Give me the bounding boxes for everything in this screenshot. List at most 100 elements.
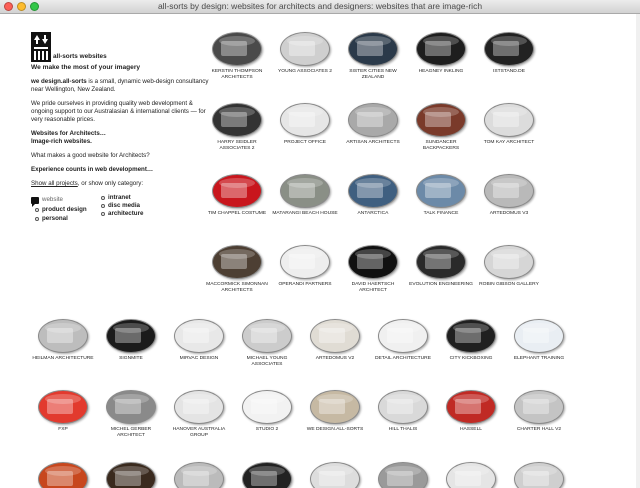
project-thumbnail[interactable] <box>446 390 496 424</box>
project-thumbnail[interactable] <box>514 462 564 488</box>
project-caption[interactable]: MICHEL GERBER ARCHITECT <box>98 427 164 438</box>
project-caption[interactable]: ARTISAN ARCHITECTS <box>340 140 406 146</box>
project-tile[interactable]: STUDIO 2 <box>234 390 300 433</box>
project-tile[interactable]: CITY KICKBOXING <box>438 319 504 362</box>
project-tile[interactable]: MATARANGI BEACH HOUSE <box>272 174 338 217</box>
category-architecture[interactable]: architecture <box>101 210 143 218</box>
project-tile[interactable] <box>370 462 436 488</box>
project-thumbnail[interactable] <box>446 319 496 353</box>
project-tile[interactable]: SISTER CITIES NEW ZEALAND <box>340 32 406 80</box>
project-thumbnail[interactable] <box>446 462 496 488</box>
project-caption[interactable]: FXP <box>30 427 96 433</box>
category-intranet[interactable]: intranet <box>101 194 131 202</box>
project-thumbnail[interactable] <box>416 174 466 208</box>
project-tile[interactable]: FXP <box>30 390 96 433</box>
project-caption[interactable]: TALK FINANCE <box>408 211 474 217</box>
project-caption[interactable]: MICHAEL YOUNG ASSOCIATES <box>234 356 300 367</box>
project-thumbnail[interactable] <box>514 319 564 353</box>
project-caption[interactable]: MATARANGI BEACH HOUSE <box>272 211 338 217</box>
project-caption[interactable]: CHARTER HALL V2 <box>506 427 572 433</box>
project-tile[interactable]: ELEPHANT TRAINING <box>506 319 572 362</box>
project-thumbnail[interactable] <box>212 103 262 137</box>
project-tile[interactable]: HASSELL <box>438 390 504 433</box>
project-caption[interactable]: SIGNMITE <box>98 356 164 362</box>
project-caption[interactable]: TOM KAY ARCHITECT <box>476 140 542 146</box>
project-thumbnail[interactable] <box>212 174 262 208</box>
project-tile[interactable]: HEILMAN ARCHITECTURE <box>30 319 96 362</box>
project-caption[interactable]: ARTEDOMUS V2 <box>302 356 368 362</box>
project-tile[interactable] <box>302 462 368 488</box>
project-thumbnail[interactable] <box>484 103 534 137</box>
project-caption[interactable]: HARRY SEIDLER ASSOCIATES 2 <box>204 140 270 151</box>
project-thumbnail[interactable] <box>378 319 428 353</box>
project-thumbnail[interactable] <box>416 103 466 137</box>
project-thumbnail[interactable] <box>242 390 292 424</box>
project-caption[interactable]: CITY KICKBOXING <box>438 356 504 362</box>
project-caption[interactable]: SISTER CITIES NEW ZEALAND <box>340 69 406 80</box>
project-caption[interactable]: HANOVER AUSTRALIA GROUP <box>166 427 232 438</box>
project-tile[interactable]: EVOLUTION ENGINEERING <box>408 245 474 288</box>
close-window-button[interactable] <box>4 2 13 11</box>
project-caption[interactable]: KERSTIN THOMPSON ARCHITECTS <box>204 69 270 80</box>
project-caption[interactable]: DETAIL ARCHITECTURE <box>370 356 436 362</box>
project-thumbnail[interactable] <box>38 390 88 424</box>
project-thumbnail[interactable] <box>514 390 564 424</box>
project-thumbnail[interactable] <box>348 245 398 279</box>
project-caption[interactable]: WE DESIGN.ALL-SORTS <box>302 427 368 433</box>
project-tile[interactable]: DETAIL ARCHITECTURE <box>370 319 436 362</box>
project-thumbnail[interactable] <box>378 390 428 424</box>
project-thumbnail[interactable] <box>280 103 330 137</box>
project-caption[interactable]: OPERANDI PARTNERS <box>272 282 338 288</box>
project-tile[interactable]: TOM KAY ARCHITECT <box>476 103 542 146</box>
project-tile[interactable] <box>98 462 164 488</box>
project-tile[interactable] <box>234 462 300 488</box>
project-caption[interactable]: PROJECT OFFICE <box>272 140 338 146</box>
project-caption[interactable]: HILL THALIS <box>370 427 436 433</box>
project-thumbnail[interactable] <box>38 319 88 353</box>
project-caption[interactable]: ARTEDOMUS V3 <box>476 211 542 217</box>
project-tile[interactable] <box>166 462 232 488</box>
project-thumbnail[interactable] <box>310 390 360 424</box>
project-thumbnail[interactable] <box>416 245 466 279</box>
project-caption[interactable]: HEAGNEY INKLING <box>408 69 474 75</box>
project-tile[interactable]: HARRY SEIDLER ASSOCIATES 2 <box>204 103 270 151</box>
project-caption[interactable]: YOUNG ASSOCIATES 2 <box>272 69 338 75</box>
project-thumbnail[interactable] <box>378 462 428 488</box>
vertical-scrollbar[interactable] <box>636 14 640 488</box>
project-tile[interactable] <box>438 462 504 488</box>
project-caption[interactable]: MIRVAC DESIGN <box>166 356 232 362</box>
project-tile[interactable]: DAVID HAERTSCH ARCHITECT <box>340 245 406 293</box>
project-caption[interactable]: ANTARCTICA <box>340 211 406 217</box>
project-tile[interactable]: MICHEL GERBER ARCHITECT <box>98 390 164 438</box>
category-product-design[interactable]: product design <box>35 206 87 214</box>
project-tile[interactable]: ISTSTAND.DE <box>476 32 542 75</box>
category-website[interactable]: website <box>31 196 63 207</box>
project-tile[interactable]: MICHAEL YOUNG ASSOCIATES <box>234 319 300 367</box>
project-tile[interactable]: HANOVER AUSTRALIA GROUP <box>166 390 232 438</box>
project-caption[interactable]: STUDIO 2 <box>234 427 300 433</box>
project-tile[interactable]: WE DESIGN.ALL-SORTS <box>302 390 368 433</box>
project-thumbnail[interactable] <box>242 319 292 353</box>
project-thumbnail[interactable] <box>212 32 262 66</box>
category-personal[interactable]: personal <box>35 215 68 223</box>
project-tile[interactable]: SIGNMITE <box>98 319 164 362</box>
project-thumbnail[interactable] <box>484 32 534 66</box>
project-thumbnail[interactable] <box>280 32 330 66</box>
project-thumbnail[interactable] <box>310 462 360 488</box>
project-tile[interactable]: ROBIN GIBSON GALLERY <box>476 245 542 288</box>
project-caption[interactable]: EVOLUTION ENGINEERING <box>408 282 474 288</box>
project-tile[interactable]: ARTISAN ARCHITECTS <box>340 103 406 146</box>
project-caption[interactable]: ELEPHANT TRAINING <box>506 356 572 362</box>
project-thumbnail[interactable] <box>38 462 88 488</box>
project-caption[interactable]: HEILMAN ARCHITECTURE <box>30 356 96 362</box>
project-thumbnail[interactable] <box>310 319 360 353</box>
project-tile[interactable]: OPERANDI PARTNERS <box>272 245 338 288</box>
project-tile[interactable]: CHARTER HALL V2 <box>506 390 572 433</box>
project-thumbnail[interactable] <box>416 32 466 66</box>
project-caption[interactable]: MACCORMICK SIMONNAN ARCHITECTS <box>204 282 270 293</box>
project-tile[interactable]: RICE DAUBNEY <box>30 462 96 488</box>
project-caption[interactable]: TIM CHAPPEL COSTUME <box>204 211 270 217</box>
project-thumbnail[interactable] <box>348 32 398 66</box>
project-thumbnail[interactable] <box>348 103 398 137</box>
project-tile[interactable]: ANTARCTICA <box>340 174 406 217</box>
